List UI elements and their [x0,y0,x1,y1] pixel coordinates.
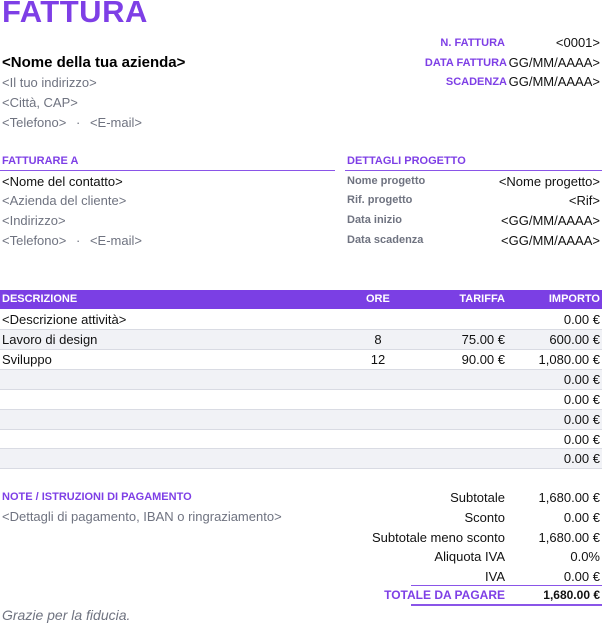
notes-text: <Dettagli di pagamento, IBAN o ringrazia… [2,509,282,524]
project-name-value: <Nome progetto> [498,174,600,189]
row-description: <Descrizione attività> [2,311,127,327]
company-address: <Il tuo indirizzo> [2,75,97,90]
company-name: <Nome della tua azienda> [2,54,186,71]
company-email: <E-mail> [89,115,142,130]
bill-to-contact: <Nome del contatto> [2,174,123,189]
bill-to-company: <Azienda del cliente> [2,193,127,208]
bill-to-email: <E-mail> [89,233,142,248]
row-rate: 75.00 € [461,331,505,347]
vat-value: 0.00 € [563,569,600,584]
table-row: 0.00 € [0,430,602,450]
table-row: <Descrizione attività> 0.00 € [0,310,602,330]
row-amount: 0.00 € [563,450,600,466]
bill-to-contact-line: <Telefono> · <E-mail> [2,233,142,248]
table-row: 0.00 € [0,369,602,390]
notes-heading: NOTE / ISTRUZIONI DI PAGAMENTO [2,491,192,503]
row-amount: 600.00 € [549,331,600,347]
vat-rate-label: Aliquota IVA [434,549,505,564]
net-subtotal-label: Subtotale meno sconto [372,530,505,545]
row-amount: 0.00 € [563,311,600,327]
row-description: Lavoro di design [2,331,98,347]
invoice-due-value: GG/MM/AAAA> [508,74,600,89]
table-row: Sviluppo 12 90.00 € 1,080.00 € [0,350,602,370]
row-divider [0,468,602,469]
row-amount: 0.00 € [563,411,600,427]
row-amount: 0.00 € [563,391,600,407]
project-start-value: <GG/MM/AAAA> [501,213,600,228]
invoice-number-value: <0001> [555,35,600,50]
table-row: Lavoro di design 8 75.00 € 600.00 € [0,329,602,350]
project-divider [345,170,602,171]
net-subtotal-value: 1,680.00 € [538,530,600,545]
vat-rate-value: 0.0% [570,549,600,564]
vat-label: IVA [485,569,505,584]
company-city: <Città, CAP> [2,95,78,110]
col-rate: TARIFFA [459,293,505,305]
row-amount: 1,080.00 € [538,351,600,367]
col-description: DESCRIZIONE [2,293,78,305]
col-amount: IMPORTO [548,293,600,305]
row-description: Sviluppo [2,351,52,367]
row-amount: 0.00 € [563,431,600,447]
invoice-date-label: DATA FATTURA [424,57,507,69]
invoice-date-value: GG/MM/AAAA> [508,55,600,70]
table-row: 0.00 € [0,448,602,469]
row-amount: 0.00 € [563,371,600,387]
bill-to-heading: FATTURARE A [2,155,79,167]
project-due-label: Data scadenza [347,234,424,246]
discount-label: Sconto [464,510,505,525]
discount-value: 0.00 € [563,510,600,525]
project-name-label: Nome progetto [347,175,426,187]
thank-you-note: Grazie per la fiducia. [2,607,131,623]
project-ref-label: Rif. progetto [347,194,413,206]
row-hours: 12 [370,351,386,367]
project-start-label: Data inizio [347,214,403,226]
project-ref-value: <Rif> [568,193,600,208]
col-hours: ORE [366,293,390,305]
row-rate: 90.00 € [461,351,505,367]
row-hours: 8 [374,331,382,347]
company-phone: <Telefono> [2,115,67,130]
invoice-number-label: N. FATTURA [440,37,505,49]
bill-to-address: <Indirizzo> [2,213,66,228]
subtotal-value: 1,680.00 € [538,490,600,505]
items-table-header [0,290,602,309]
project-heading: DETTAGLI PROGETTO [347,155,466,167]
total-label: TOTALE DA PAGARE [384,588,505,602]
bill-to-phone: <Telefono> [2,233,67,248]
total-bottom-rule [411,604,602,606]
invoice-due-label: SCADENZA [445,76,507,88]
company-contact-line: <Telefono> · <E-mail> [2,115,142,130]
subtotal-label: Subtotale [450,490,505,505]
bill-to-divider [0,170,335,171]
invoice-title: FATTURA [2,0,148,29]
project-due-value: <GG/MM/AAAA> [501,233,600,248]
total-top-rule [411,585,602,586]
table-row: 0.00 € [0,390,602,410]
bill-to-separator: · [75,233,81,248]
total-value: 1,680.00 € [543,588,600,602]
company-separator: · [75,115,81,130]
table-row: 0.00 € [0,409,602,430]
